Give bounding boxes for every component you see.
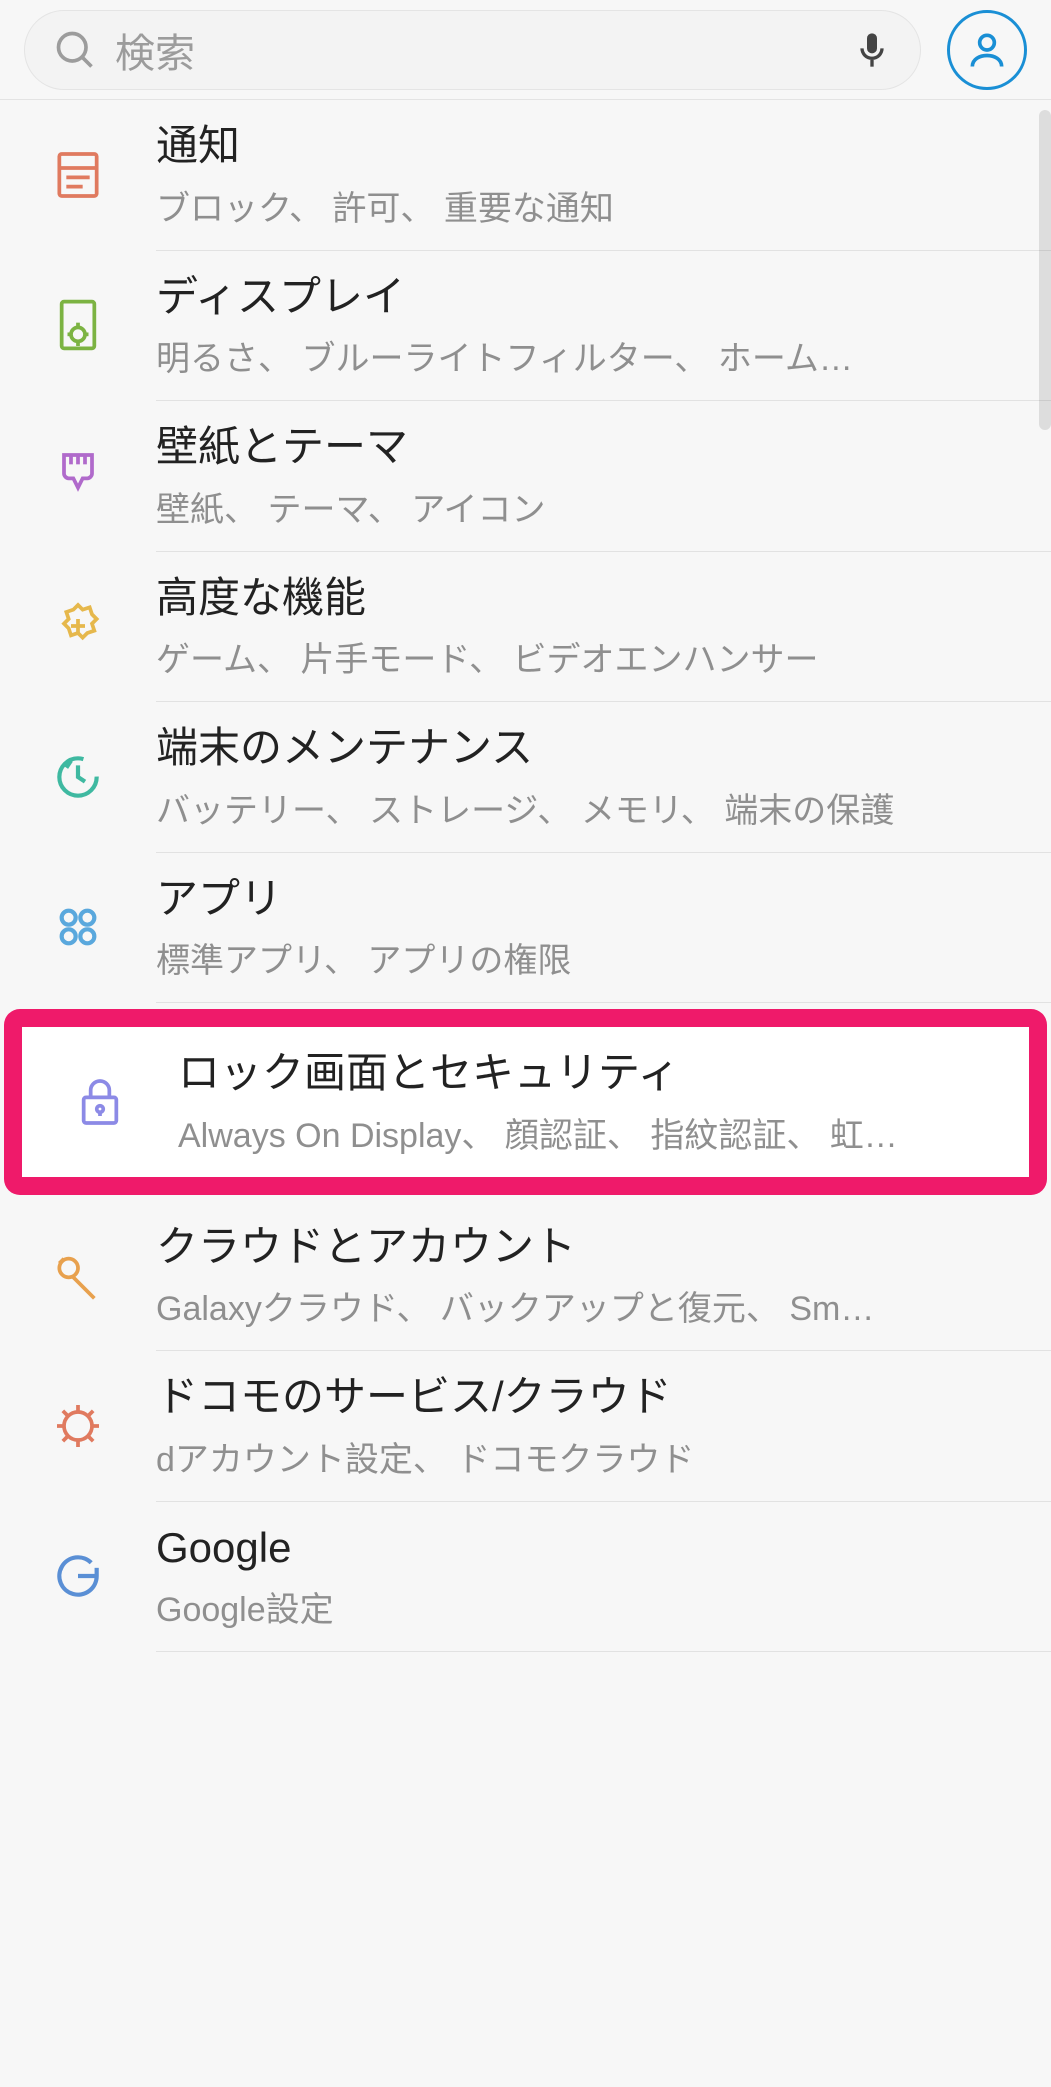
google-icon	[0, 1548, 156, 1604]
search-placeholder: 検索	[115, 21, 852, 79]
scrollbar[interactable]	[1039, 110, 1051, 430]
settings-item-sub: dアカウント設定、 ドコモクラウド	[156, 1432, 1011, 1481]
settings-item-sub: 壁紙、 テーマ、 アイコン	[156, 482, 1011, 531]
settings-item-advanced[interactable]: 高度な機能 ゲーム、 片手モード、 ビデオエンハンサー	[0, 552, 1051, 702]
settings-item-title: 壁紙とテーマ	[156, 421, 1011, 474]
settings-item-title: Google	[156, 1522, 1011, 1575]
settings-item-wallpaper[interactable]: 壁紙とテーマ 壁紙、 テーマ、 アイコン	[0, 401, 1051, 551]
settings-item-sub: Google設定	[156, 1582, 1011, 1631]
notifications-icon	[0, 147, 156, 203]
maintenance-icon	[0, 749, 156, 805]
settings-item-notifications[interactable]: 通知 ブロック、 許可、 重要な通知	[0, 100, 1051, 250]
wallpaper-icon	[0, 448, 156, 504]
docomo-icon	[0, 1398, 156, 1454]
settings-item-title: アプリ	[156, 873, 1011, 926]
search-icon	[53, 28, 97, 72]
settings-item-lockscreen[interactable]: ロック画面とセキュリティ Always On Display、 顔認証、 指紋認…	[22, 1027, 1029, 1177]
settings-item-sub: ゲーム、 片手モード、 ビデオエンハンサー	[156, 632, 1011, 681]
settings-item-sub: 標準アプリ、 アプリの権限	[156, 933, 1011, 982]
profile-button[interactable]	[947, 10, 1027, 90]
display-icon	[0, 297, 156, 353]
search-input[interactable]: 検索	[24, 10, 921, 90]
apps-icon	[0, 899, 156, 955]
settings-item-sub: ブロック、 許可、 重要な通知	[156, 181, 1011, 230]
divider	[156, 1651, 1051, 1652]
settings-item-title: 通知	[156, 120, 1011, 173]
cloud-icon	[0, 1247, 156, 1303]
settings-item-sub: Always On Display、 顔認証、 指紋認証、 虹…	[178, 1108, 989, 1157]
settings-screen: 検索 通知 ブロック、 許可、 重要な通知 ディスプレイ	[0, 0, 1051, 1652]
settings-item-title: ドコモのサービス/クラウド	[156, 1371, 1011, 1424]
settings-item-title: 端末のメンテナンス	[156, 722, 1011, 775]
settings-item-apps[interactable]: アプリ 標準アプリ、 アプリの権限	[0, 853, 1051, 1003]
settings-item-docomo[interactable]: ドコモのサービス/クラウド dアカウント設定、 ドコモクラウド	[0, 1351, 1051, 1501]
settings-item-title: クラウドとアカウント	[156, 1221, 1011, 1274]
highlighted-item: ロック画面とセキュリティ Always On Display、 顔認証、 指紋認…	[4, 1009, 1047, 1195]
divider	[156, 1002, 1051, 1003]
settings-item-sub: バッテリー、 ストレージ、 メモリ、 端末の保護	[156, 783, 1011, 832]
settings-item-maintenance[interactable]: 端末のメンテナンス バッテリー、 ストレージ、 メモリ、 端末の保護	[0, 702, 1051, 852]
settings-item-display[interactable]: ディスプレイ 明るさ、 ブルーライトフィルター、 ホーム…	[0, 251, 1051, 401]
header: 検索	[0, 0, 1051, 100]
settings-item-title: ロック画面とセキュリティ	[178, 1047, 989, 1100]
lock-icon	[22, 1074, 178, 1130]
settings-item-sub: Galaxyクラウド、 バックアップと復元、 Sm…	[156, 1281, 1011, 1330]
settings-item-title: ディスプレイ	[156, 271, 1011, 324]
settings-item-title: 高度な機能	[156, 572, 1011, 625]
settings-list: 通知 ブロック、 許可、 重要な通知 ディスプレイ 明るさ、 ブルーライトフィル…	[0, 100, 1051, 1652]
settings-item-cloud[interactable]: クラウドとアカウント Galaxyクラウド、 バックアップと復元、 Sm…	[0, 1201, 1051, 1351]
settings-item-google[interactable]: Google Google設定	[0, 1502, 1051, 1652]
settings-item-sub: 明るさ、 ブルーライトフィルター、 ホーム…	[156, 331, 1011, 380]
mic-icon[interactable]	[852, 30, 892, 70]
advanced-icon	[0, 598, 156, 654]
